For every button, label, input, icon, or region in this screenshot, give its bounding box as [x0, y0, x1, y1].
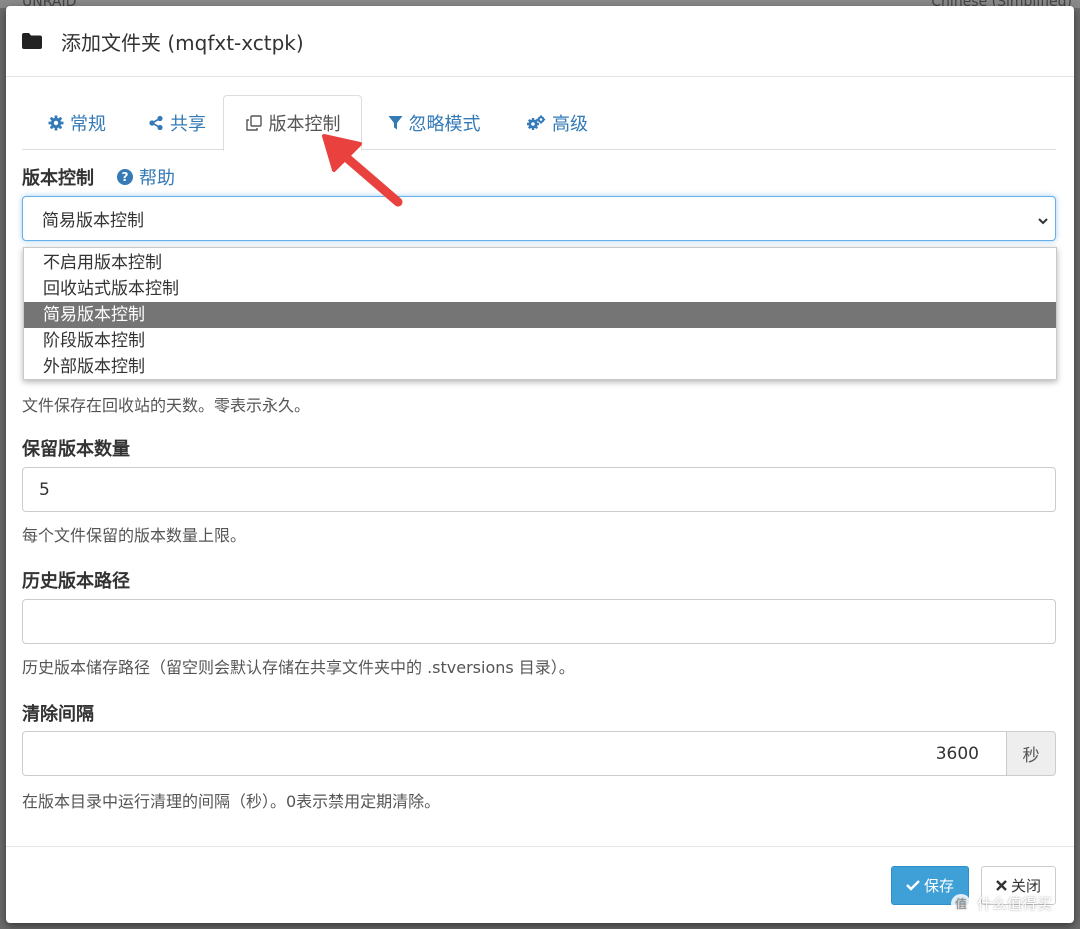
keep-versions-help: 每个文件保留的版本数量上限。: [22, 526, 247, 545]
cleanup-interval-unit: 秒: [1006, 731, 1056, 776]
dialog-footer: 保存 关闭: [6, 846, 1074, 923]
folder-icon: [21, 32, 43, 50]
copy-icon: [245, 114, 263, 132]
trash-days-help: 文件保存在回收站的天数。零表示永久。: [22, 396, 311, 415]
versions-path-label: 历史版本路径: [22, 571, 130, 592]
close-icon: [996, 877, 1007, 895]
tab-bar: 常规 共享 版本控制 忽略模式 高级: [22, 95, 1056, 151]
gear-icon: [48, 115, 64, 131]
share-icon: [148, 115, 164, 131]
cleanup-interval-label: 清除间隔: [22, 704, 94, 725]
option-trashcan-versioning[interactable]: 回收站式版本控制: [24, 276, 1056, 302]
keep-versions-label: 保留版本数量: [22, 439, 130, 460]
help-circle-icon: ?: [117, 169, 133, 185]
tab-general[interactable]: 常规: [42, 95, 112, 150]
versions-path-help: 历史版本储存路径（留空则会默认存储在共享文件夹中的 .stversions 目录…: [22, 658, 575, 677]
cleanup-interval-help: 在版本目录中运行清理的间隔（秒）。0表示禁用定期清除。: [22, 792, 441, 811]
tab-advanced-label: 高级: [552, 113, 588, 135]
check-icon: [906, 877, 920, 895]
versioning-label: 版本控制: [22, 168, 94, 189]
option-staggered-versioning[interactable]: 阶段版本控制: [24, 328, 1056, 354]
watermark-text: 什么值得买: [977, 895, 1053, 913]
save-button-label: 保存: [923, 877, 954, 895]
keep-versions-input[interactable]: 5: [22, 467, 1056, 512]
gears-icon: [526, 114, 546, 131]
tab-advanced[interactable]: 高级: [522, 95, 592, 150]
versioning-selected-value: 简易版本控制: [42, 211, 144, 231]
annotation-arrow-icon: [322, 134, 403, 207]
tab-sharing[interactable]: 共享: [142, 95, 212, 150]
cleanup-interval-group: 3600 秒: [22, 731, 1056, 776]
watermark: 值 什么值得买: [951, 893, 1052, 914]
option-simple-versioning[interactable]: 简易版本控制: [24, 302, 1056, 328]
add-folder-dialog: 添加文件夹 (mqfxt-xctpk) 常规 共享 版本控制 忽略模式 高级 版…: [6, 6, 1074, 923]
watermark-logo-icon: 值: [951, 893, 971, 914]
option-external-versioning[interactable]: 外部版本控制: [24, 354, 1056, 380]
versions-path-input[interactable]: [22, 599, 1056, 644]
tab-general-label: 常规: [70, 113, 106, 135]
chevron-down-icon: [1037, 212, 1049, 225]
cleanup-interval-value: 3600: [935, 743, 979, 764]
dialog-title: 添加文件夹 (mqfxt-xctpk): [61, 30, 304, 55]
tab-sharing-label: 共享: [170, 113, 206, 135]
versioning-help-link[interactable]: ? 帮助: [117, 164, 175, 190]
versioning-options-dropdown: 不启用版本控制 回收站式版本控制 简易版本控制 阶段版本控制 外部版本控制: [23, 247, 1057, 380]
keep-versions-value: 5: [39, 479, 50, 500]
cleanup-interval-input[interactable]: 3600: [22, 731, 1007, 776]
versioning-type-select[interactable]: 简易版本控制: [22, 196, 1056, 241]
help-link-label: 帮助: [139, 168, 175, 189]
option-no-versioning[interactable]: 不启用版本控制: [24, 250, 1056, 276]
filter-icon: [388, 115, 403, 131]
dialog-header: 添加文件夹 (mqfxt-xctpk): [6, 6, 1074, 77]
